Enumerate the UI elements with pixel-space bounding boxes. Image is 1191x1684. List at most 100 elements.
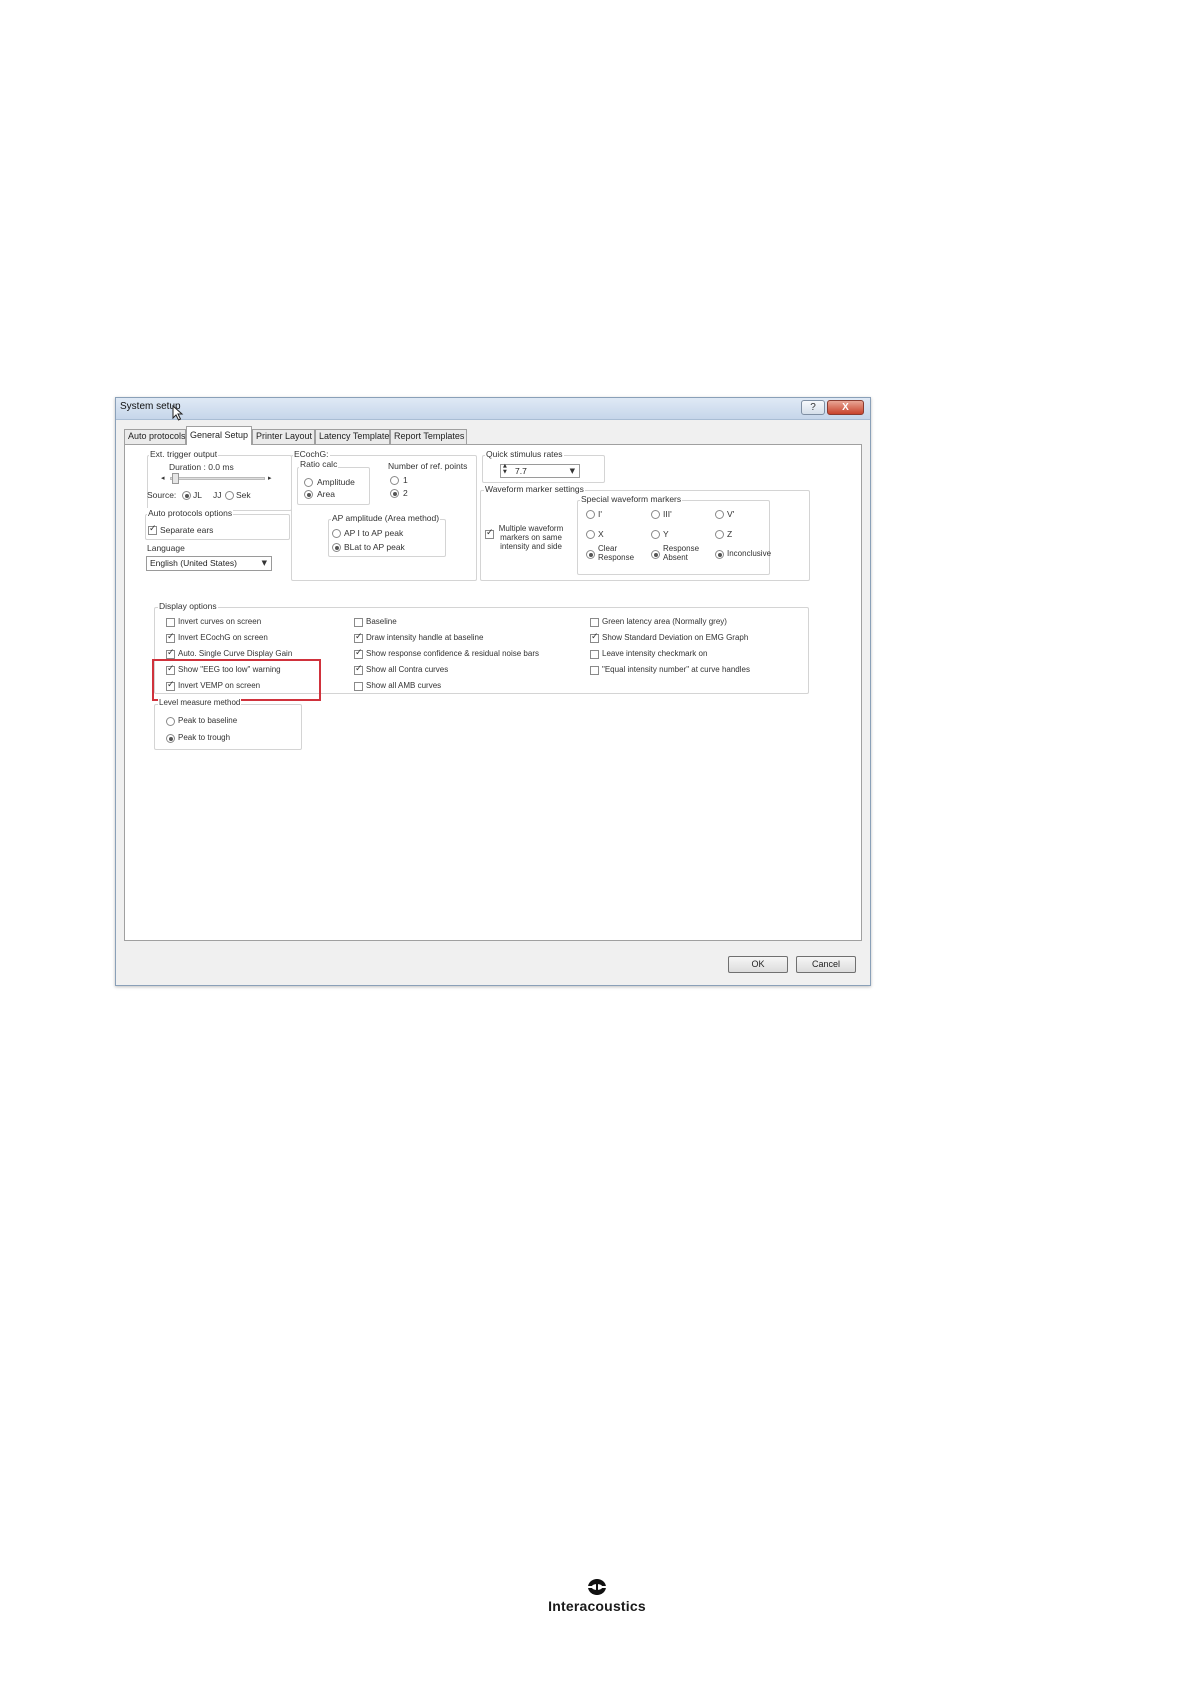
multiple-markers-label: Multiple waveform markers on same intens…	[498, 524, 564, 551]
title-bar[interactable]: System setup ? X	[116, 398, 870, 421]
auto-gain-checkbox[interactable]	[166, 648, 175, 659]
close-button[interactable]: X	[827, 400, 864, 415]
ap-i-to-ap-label: AP I to AP peak	[344, 528, 404, 538]
ext-trigger-title: Ext. trigger output	[149, 449, 219, 459]
marker-v-label: V'	[727, 509, 735, 519]
baseline-checkbox[interactable]	[354, 618, 363, 627]
tab-printer-layout[interactable]: Printer Layout	[252, 429, 315, 444]
language-value: English (United States)	[150, 558, 237, 568]
ref-points-title: Number of ref. points	[388, 461, 468, 471]
ap-i-to-ap-radio[interactable]	[332, 529, 341, 538]
marker-i-label: I'	[598, 509, 602, 519]
peak-to-baseline-radio[interactable]	[166, 717, 175, 726]
quick-stim-select[interactable]: ▲ ▼ 7.7 ▼	[500, 463, 580, 478]
duration-label: Duration : 0.0 ms	[169, 462, 234, 472]
equal-intensity-checkbox[interactable]	[590, 666, 599, 675]
source-option-jl: JL	[193, 490, 202, 500]
tab-report-templates[interactable]: Report Templates	[390, 429, 467, 444]
marker-y-label: Y	[663, 529, 669, 539]
peak-to-baseline-label: Peak to baseline	[178, 716, 238, 725]
peak-to-trough-radio[interactable]	[166, 734, 175, 743]
equal-intensity-label: "Equal intensity number" at curve handle…	[602, 665, 750, 674]
intensity-handle-label: Draw intensity handle at baseline	[366, 633, 484, 642]
ok-button[interactable]: OK	[728, 956, 788, 973]
source-option-sek: Sek	[236, 490, 251, 500]
language-title: Language	[147, 543, 185, 553]
special-markers-group	[577, 500, 770, 575]
marker-iii-radio[interactable]	[651, 510, 660, 519]
source-option-jj: JJ	[213, 490, 222, 500]
intensity-checkmark-checkbox[interactable]	[590, 650, 599, 659]
blat-to-ap-radio[interactable]	[332, 543, 341, 552]
ratio-amplitude-radio[interactable]	[304, 478, 313, 487]
response-confidence-label: Show response confidence & residual nois…	[366, 649, 539, 658]
cancel-button[interactable]: Cancel	[796, 956, 856, 973]
invert-curves-checkbox[interactable]	[166, 618, 175, 627]
auto-protocols-title: Auto protocols options	[147, 508, 234, 518]
response-confidence-checkbox[interactable]	[354, 648, 363, 659]
highlight-box	[152, 659, 321, 701]
general-setup-panel: Ext. trigger output Duration : 0.0 ms ◂ …	[124, 444, 862, 941]
level-measure-group	[154, 704, 302, 750]
spin-updown-icon[interactable]: ▲ ▼	[503, 463, 507, 475]
chevron-down-icon: ▼	[261, 559, 267, 567]
level-measure-title: Level measure method	[158, 698, 242, 708]
ratio-area-radio[interactable]	[304, 490, 313, 499]
marker-z-radio[interactable]	[715, 530, 724, 539]
peak-to-trough-label: Peak to trough	[178, 733, 231, 742]
tab-latency-template[interactable]: Latency Template	[315, 429, 390, 444]
marker-i-radio[interactable]	[586, 510, 595, 519]
marker-iii-label: III'	[663, 509, 672, 519]
amb-curves-checkbox[interactable]	[354, 682, 363, 691]
quick-stim-value: 7.7	[515, 466, 527, 476]
inconclusive-label: Inconclusive	[727, 549, 772, 558]
std-deviation-label: Show Standard Deviation on EMG Graph	[602, 633, 749, 642]
multiple-markers-checkbox[interactable]	[485, 528, 494, 539]
ecochg-title: ECochG:	[293, 449, 330, 459]
ratio-area-label: Area	[317, 489, 335, 499]
quick-stim-title: Quick stimulus rates	[485, 449, 564, 459]
display-options-title: Display options	[158, 601, 218, 611]
ref-point-1-radio[interactable]	[390, 476, 399, 485]
slider-right-icon[interactable]: ▸	[268, 474, 272, 482]
contra-curves-label: Show all Contra curves	[366, 665, 449, 674]
brand-name: Interacoustics	[548, 1598, 646, 1614]
special-markers-title: Special waveform markers	[580, 494, 683, 504]
mouse-cursor-icon	[172, 405, 184, 421]
language-select[interactable]: English (United States) ▼	[146, 556, 272, 571]
duration-slider[interactable]	[170, 477, 265, 480]
marker-x-label: X	[598, 529, 604, 539]
ratio-amplitude-label: Amplitude	[317, 477, 355, 487]
ref-point-2-radio[interactable]	[390, 489, 399, 498]
slider-left-icon[interactable]: ◂	[161, 474, 165, 482]
tab-general-setup[interactable]: General Setup	[186, 426, 252, 445]
chevron-down-icon: ▼	[569, 467, 575, 475]
blat-to-ap-label: BLat to AP peak	[344, 542, 405, 552]
green-latency-checkbox[interactable]	[590, 618, 599, 627]
tab-auto-protocols[interactable]: Auto protocols	[124, 429, 186, 444]
green-latency-label: Green latency area (Normally grey)	[602, 617, 727, 626]
marker-x-radio[interactable]	[586, 530, 595, 539]
duration-slider-thumb[interactable]	[172, 473, 179, 484]
waveform-marker-title: Waveform marker settings	[484, 484, 585, 494]
clear-response-radio[interactable]	[586, 550, 595, 559]
source-label: Source:	[147, 490, 177, 500]
source-radio-sek[interactable]	[225, 491, 234, 500]
invert-curves-label: Invert curves on screen	[178, 617, 262, 626]
intensity-handle-checkbox[interactable]	[354, 632, 363, 643]
help-button[interactable]: ?	[801, 400, 825, 415]
inconclusive-radio[interactable]	[715, 550, 724, 559]
marker-y-radio[interactable]	[651, 530, 660, 539]
baseline-label: Baseline	[366, 617, 397, 626]
invert-ecochg-label: Invert ECochG on screen	[178, 633, 268, 642]
std-deviation-checkbox[interactable]	[590, 632, 599, 643]
amb-curves-label: Show all AMB curves	[366, 681, 442, 690]
separate-ears-checkbox[interactable]	[148, 524, 157, 535]
interacoustics-logo: Interacoustics	[527, 1578, 667, 1618]
marker-v-radio[interactable]	[715, 510, 724, 519]
contra-curves-checkbox[interactable]	[354, 664, 363, 675]
invert-ecochg-checkbox[interactable]	[166, 632, 175, 643]
response-absent-radio[interactable]	[651, 550, 660, 559]
source-radio-jl[interactable]	[182, 491, 191, 500]
separate-ears-label: Separate ears	[160, 525, 214, 535]
